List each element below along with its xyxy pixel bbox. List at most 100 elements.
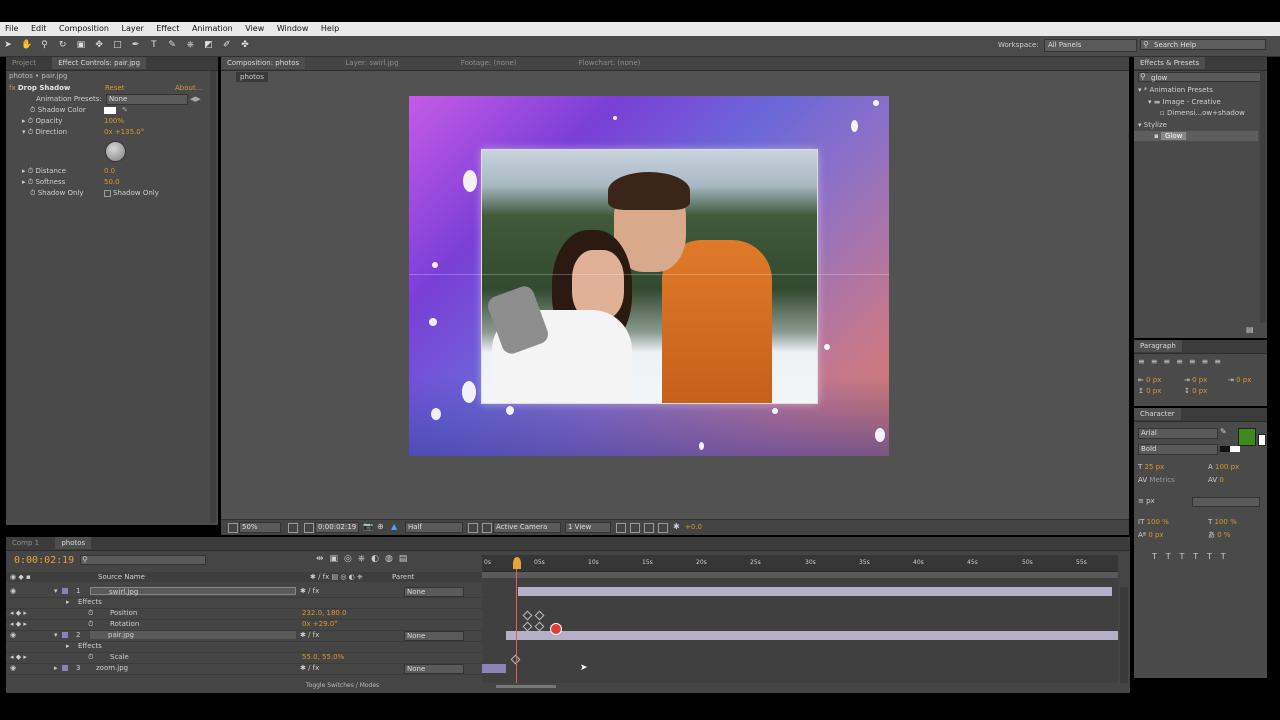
source-name-header[interactable]: Source Name xyxy=(98,573,145,581)
effects-scrollbar[interactable] xyxy=(1260,71,1266,323)
label-color-swatch[interactable] xyxy=(62,588,68,594)
left-panel-scrollbar[interactable] xyxy=(210,71,216,523)
expand-toggle-icon[interactable]: ▸ xyxy=(54,663,58,674)
timeline-timecode[interactable]: 0:00:02:19 xyxy=(14,555,74,566)
paragraph-align-buttons[interactable]: ≡≡≡≡≡≡≡ xyxy=(1138,357,1264,366)
visibility-icon[interactable]: ◉ xyxy=(10,630,16,641)
font-size-field[interactable]: T 25 px xyxy=(1138,462,1164,473)
timeline-scrollbar[interactable] xyxy=(1120,587,1128,683)
eyedropper-icon[interactable]: ✎ xyxy=(1220,427,1227,436)
timeline-track-area[interactable]: 0s 05s 10s 15s 20s 25s 30s 35s 40s 45s 5… xyxy=(482,555,1118,683)
viewer-timecode[interactable]: 0:00:02:19 xyxy=(315,522,359,533)
tab-layer[interactable]: Layer: swirl.jpg xyxy=(339,57,404,69)
hand-tool-icon[interactable]: ✋ xyxy=(21,40,32,50)
rectangle-tool-icon[interactable]: □ xyxy=(112,40,122,50)
fast-previews-icon[interactable] xyxy=(630,523,640,533)
scale-value[interactable]: 55.0, 55.0% xyxy=(302,652,344,663)
fill-color-swatch[interactable] xyxy=(1238,428,1256,446)
layer-3-bar[interactable] xyxy=(482,664,506,673)
parent-header[interactable]: Parent xyxy=(392,573,414,581)
prop-shadow-color[interactable]: ⏱ Shadow Color xyxy=(30,105,86,116)
direction-value[interactable]: 0x +135.0° xyxy=(104,127,144,138)
font-family-select[interactable]: Arial xyxy=(1138,428,1218,439)
stroke-style-select[interactable] xyxy=(1192,497,1260,507)
distance-value[interactable]: 0.0 xyxy=(104,166,115,177)
type-tool-icon[interactable]: T xyxy=(149,40,159,50)
menu-file[interactable]: File xyxy=(0,22,23,33)
camera-select[interactable]: Active Camera xyxy=(493,522,561,533)
parent-select[interactable]: None xyxy=(404,587,464,597)
snapshot-icon[interactable]: 📷 xyxy=(363,522,373,531)
parent-select[interactable]: None xyxy=(404,631,464,641)
work-area-bar[interactable] xyxy=(482,572,1118,578)
stroke-width-field[interactable]: ≡ px xyxy=(1138,496,1155,507)
layer-name[interactable]: zoom.jpg xyxy=(96,663,128,674)
stroke-color-swatch[interactable] xyxy=(1258,434,1266,446)
timeline-icon[interactable] xyxy=(644,523,654,533)
prop-shadow-only[interactable]: ⏱ Shadow Only xyxy=(30,188,84,199)
rotate-tool-icon[interactable]: ↻ xyxy=(58,40,68,50)
visibility-icon[interactable]: ◉ xyxy=(10,586,16,597)
animation-presets-select[interactable]: None xyxy=(106,94,188,105)
tab-photos[interactable]: photos xyxy=(55,537,92,549)
shadow-color-swatch[interactable] xyxy=(104,107,116,114)
tab-footage[interactable]: Footage: (none) xyxy=(455,57,523,69)
clone-stamp-tool-icon[interactable]: ⎈ xyxy=(185,40,195,50)
toggle-pixel-aspect-icon[interactable] xyxy=(616,523,626,533)
search-help-field[interactable]: Search Help xyxy=(1140,39,1266,50)
comp-nav-tab[interactable]: photos xyxy=(236,72,268,82)
tab-flowchart[interactable]: Flowchart: (none) xyxy=(573,57,647,69)
tree-stylize[interactable]: ▾ Stylize xyxy=(1138,120,1167,131)
zoom-select[interactable]: 50% xyxy=(239,522,281,533)
tracking-field[interactable]: AV 0 xyxy=(1208,475,1224,486)
tab-effects-presets[interactable]: Effects & Presets xyxy=(1134,57,1206,69)
horizontal-scale-field[interactable]: T 100 % xyxy=(1208,517,1237,528)
layer-1-bar[interactable] xyxy=(518,587,1112,596)
opacity-value[interactable]: 100% xyxy=(104,116,124,127)
menu-help[interactable]: Help xyxy=(316,22,344,33)
tab-character[interactable]: Character xyxy=(1134,408,1181,420)
exposure-icon[interactable]: ✱ xyxy=(673,522,680,531)
eyedropper-icon[interactable]: ✎ xyxy=(122,106,128,114)
keyframe-icon[interactable] xyxy=(522,621,533,632)
pen-tool-icon[interactable]: ✒ xyxy=(131,40,141,50)
tree-glow-row[interactable] xyxy=(1134,131,1258,141)
keyframe-icon[interactable] xyxy=(534,610,545,621)
mask-visibility-icon[interactable] xyxy=(304,523,314,533)
layer-2-bar[interactable] xyxy=(506,631,1118,640)
puppet-tool-icon[interactable]: ✤ xyxy=(240,40,250,50)
black-swatch[interactable] xyxy=(1220,446,1230,452)
softness-value[interactable]: 50.0 xyxy=(104,177,120,188)
parent-select[interactable]: None xyxy=(404,664,464,674)
label-color-swatch[interactable] xyxy=(62,632,68,638)
prop-direction[interactable]: ▾ ⏱ Direction xyxy=(22,127,67,138)
kerning-field[interactable]: AV Metrics xyxy=(1138,475,1175,486)
menu-view[interactable]: View xyxy=(240,22,269,33)
preset-nav-arrows-icon[interactable]: ◀▶ xyxy=(190,94,201,105)
tree-dimension-preset[interactable]: ▫ Dimensi...ow+shadow xyxy=(1160,108,1245,119)
eraser-tool-icon[interactable]: ◩ xyxy=(204,40,214,50)
tab-project[interactable]: Project xyxy=(6,57,42,69)
space-after-field[interactable]: ↧ 0 px xyxy=(1184,386,1207,397)
roto-brush-tool-icon[interactable]: ✐ xyxy=(222,40,232,50)
always-preview-icon[interactable] xyxy=(228,523,238,533)
menu-composition[interactable]: Composition xyxy=(54,22,114,33)
safe-margins-icon[interactable] xyxy=(288,523,298,533)
keyframe-nav-icon[interactable]: ◂ ◆ ▸ xyxy=(10,619,27,630)
time-ruler[interactable]: 0s 05s 10s 15s 20s 25s 30s 35s 40s 45s 5… xyxy=(482,555,1118,572)
keyframe-icon[interactable] xyxy=(522,610,533,621)
transparency-grid-icon[interactable] xyxy=(482,523,492,533)
direction-dial[interactable] xyxy=(105,141,126,162)
layer-search-input[interactable] xyxy=(80,555,206,565)
menu-effect[interactable]: Effect xyxy=(151,22,184,33)
stopwatch-icon[interactable]: ⏱ xyxy=(88,652,93,663)
tree-image-creative[interactable]: ▾ ▬ Image - Creative xyxy=(1148,97,1221,108)
position-value[interactable]: 232.0, 180.0 xyxy=(302,608,347,619)
exposure-value[interactable]: +0.0 xyxy=(685,523,702,531)
keyframe-icon[interactable] xyxy=(534,621,545,632)
keyframe-nav-icon[interactable]: ◂ ◆ ▸ xyxy=(10,608,27,619)
effects-search-input[interactable]: glow xyxy=(1138,72,1262,82)
zoom-tool-icon[interactable]: ⚲ xyxy=(39,40,49,50)
indent-left-field[interactable]: ⇤ 0 px xyxy=(1138,375,1161,386)
reset-link[interactable]: Reset xyxy=(105,83,125,94)
